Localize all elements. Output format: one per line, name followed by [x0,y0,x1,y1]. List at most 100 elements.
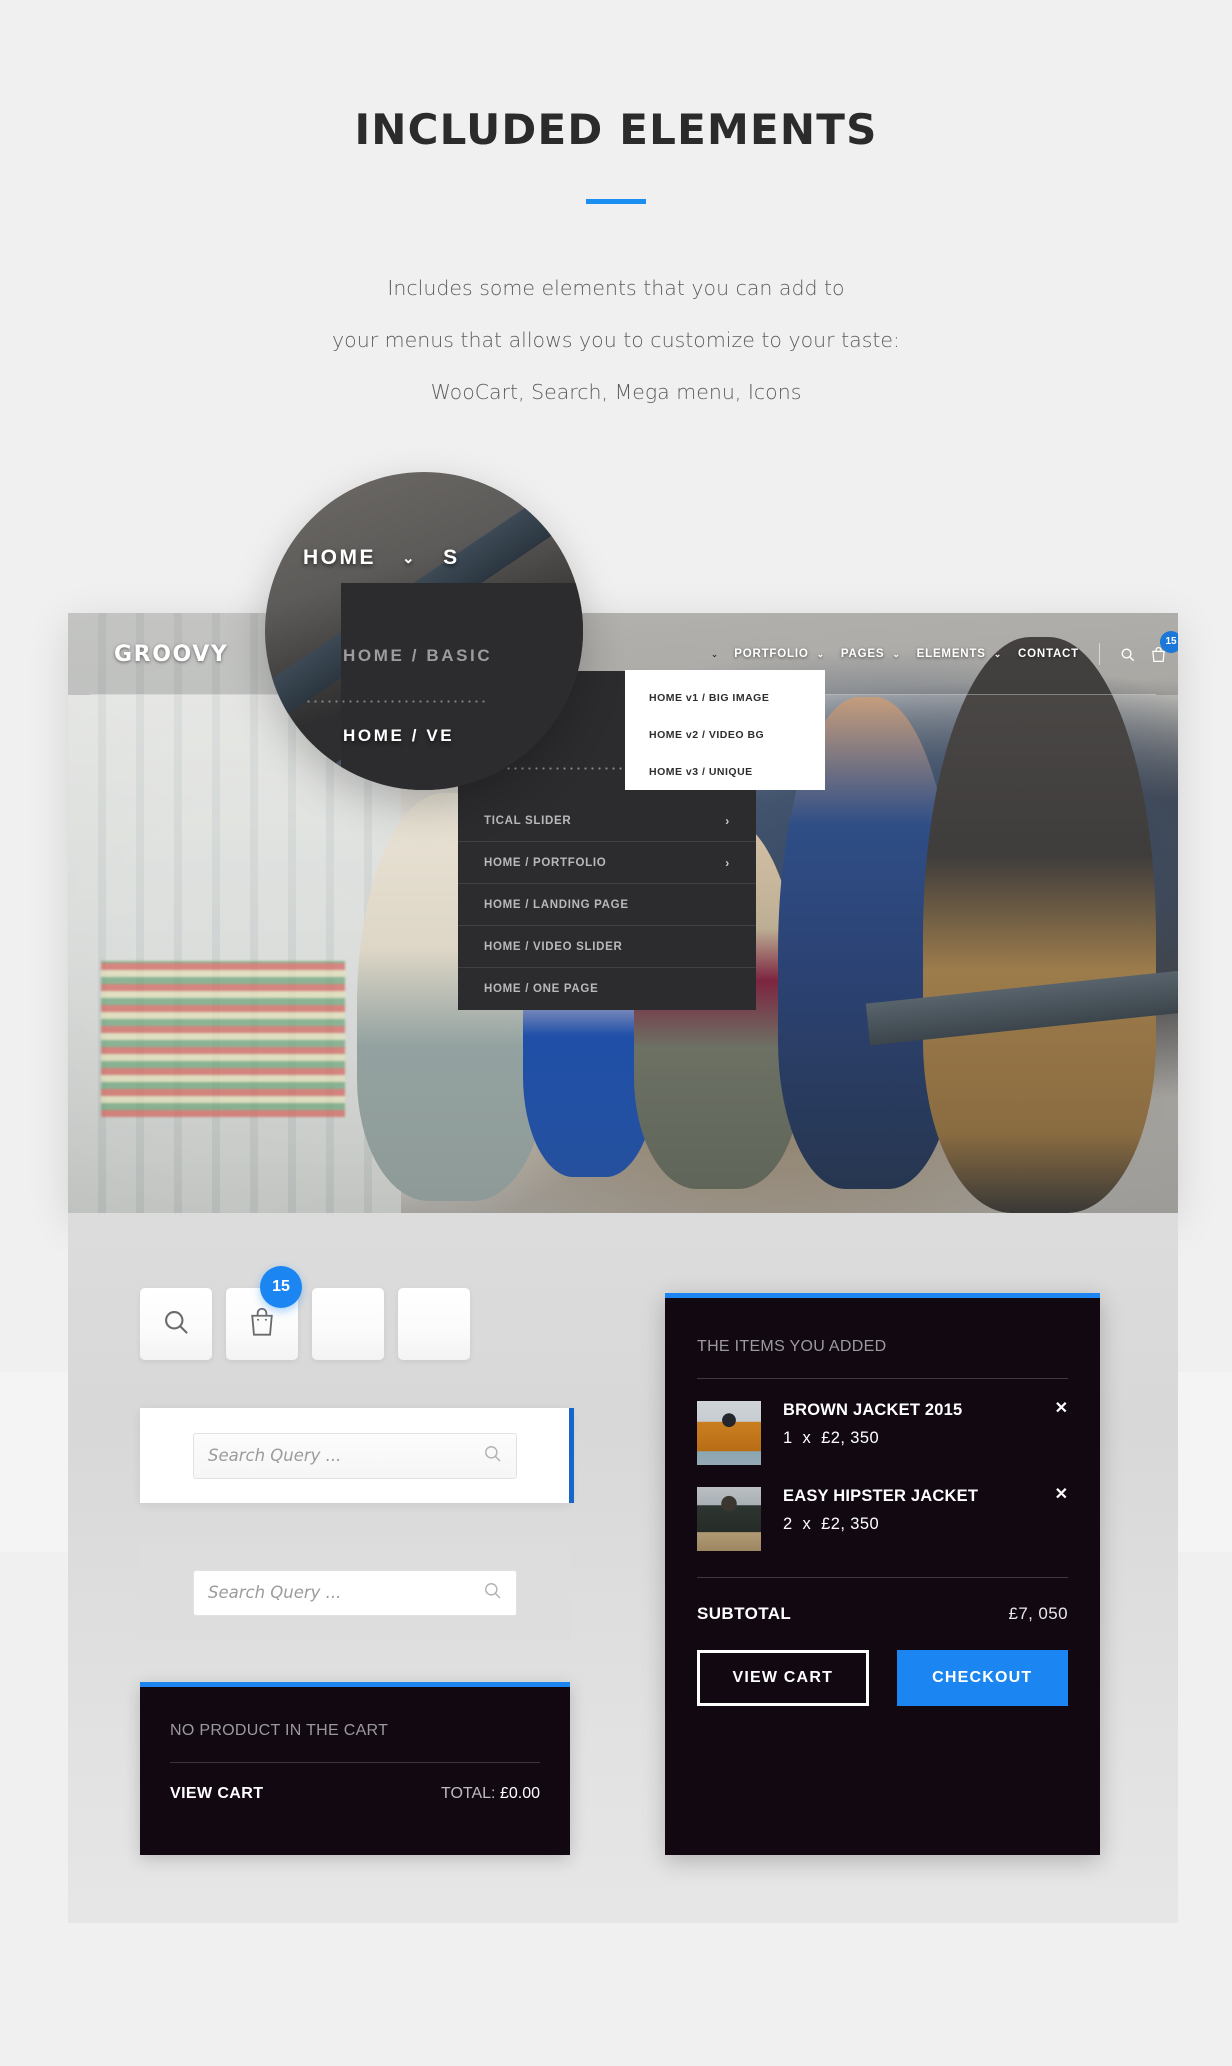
mega-item-label: HOME / PORTFOLIO [484,856,607,869]
section-header: INCLUDED ELEMENTS Includes some elements… [0,0,1232,418]
multiplier: x [802,1515,812,1533]
empty-cart-footer: VIEW CART TOTAL: £0.00 [140,1763,570,1803]
title-underline [586,199,646,204]
mega-item-label: HOME / VIDEO SLIDER [484,940,623,953]
cart-total-value: £0.00 [499,1785,540,1802]
mega-item-landing-page[interactable]: HOME / LANDING PAGE [458,884,756,926]
chevron-down-icon: ⌄ [402,550,418,567]
cart-heading: THE ITEMS YOU ADDED [697,1338,887,1355]
cart-item-row: BROWN JACKET 2015 1 x £2, 350 ✕ [665,1379,1100,1465]
quantity: 2 [783,1515,793,1533]
description-line-2: your menus that allows you to customize … [332,328,900,352]
nav-item-label: CONTACT [1018,648,1079,660]
empty-cart-widget: NO PRODUCT IN THE CART VIEW CART TOTAL: … [140,1682,570,1855]
magnified-home-label: HOME [303,546,376,569]
chevron-down-icon: ⌄ [710,648,719,659]
nav-item-portfolio[interactable]: PORTFOLIO ⌄ [734,648,825,660]
mega-item-label: TICAL SLIDER [484,814,572,827]
submenu-item-home-v3[interactable]: HOME v3 / UNIQUE [649,766,825,778]
magnified-nav-home: HOME ⌄ S [303,546,583,570]
nav-item-label: PAGES [840,648,885,660]
person-5 [922,637,1156,1213]
cart-count-badge: 15 [260,1266,302,1308]
search-input[interactable]: Search Query ... [208,1446,483,1465]
nav-item-elements[interactable]: ELEMENTS ⌄ [917,648,1002,660]
empty-cart-message: NO PRODUCT IN THE CART [170,1722,389,1739]
mega-item-vertical-slider[interactable]: TICAL SLIDER › [458,800,756,842]
nav-divider [1099,643,1100,665]
icon-box-empty-2[interactable] [398,1288,470,1360]
submenu-item-home-v2[interactable]: HOME v2 / VIDEO BG [649,729,825,741]
magnified-dotted-separator [305,700,485,703]
page-root: INCLUDED ELEMENTS Includes some elements… [0,0,1232,2066]
view-cart-link[interactable]: VIEW CART [170,1785,263,1803]
search-input[interactable]: Search Query ... [208,1583,483,1602]
icon-box-cart[interactable]: 15 [226,1266,302,1360]
description-line-3: WooCart, Search, Mega menu, Icons [430,380,802,404]
hero-nav-items: ⌄ PORTFOLIO ⌄ PAGES ⌄ ELEMENTS ⌄ CONTACT [710,630,1178,665]
chevron-down-icon: ⌄ [892,648,901,659]
product-name[interactable]: BROWN JACKET 2015 [783,1401,1045,1420]
cart-item-info: BROWN JACKET 2015 1 x £2, 350 [783,1401,1045,1448]
search-icon[interactable] [483,1444,502,1468]
section-description: Includes some elements that you can add … [0,262,1232,418]
icon-box-empty-1[interactable] [312,1288,384,1360]
nav-item-label: PORTFOLIO [734,648,809,660]
hero-site-preview: GROOVY ⌄ PORTFOLIO ⌄ PAGES ⌄ ELEMENTS ⌄ … [68,613,1178,1213]
view-cart-button[interactable]: VIEW CART [697,1650,869,1706]
chevron-right-icon: › [725,813,730,828]
remove-item-icon[interactable]: ✕ [1045,1401,1068,1417]
cart-item-row: EASY HIPSTER JACKET 2 x £2, 350 ✕ [665,1465,1100,1551]
shopping-bag-icon[interactable]: 15 [1151,630,1178,663]
chevron-down-icon: ⌄ [993,648,1003,659]
nav-item-contact[interactable]: CONTACT [1018,648,1079,660]
price: £2, 350 [821,1429,880,1447]
shopping-bag-icon [248,1306,276,1342]
search-input-wrapper[interactable]: Search Query ... [193,1569,517,1616]
product-quantity-price: 1 x £2, 350 [783,1429,1045,1448]
price: £2, 350 [821,1515,880,1533]
magnified-next-letter: S [443,546,460,569]
mega-item-label: HOME / ONE PAGE [484,983,599,995]
magnified-item-vertical: HOME / VE [343,726,455,745]
submenu-item-home-v1[interactable]: HOME v1 / BIG IMAGE [649,692,825,704]
cart-subtotal-row: SUBTOTAL £7, 050 [665,1578,1100,1624]
cart-total-label: TOTAL: [440,1785,496,1802]
subtotal-label: SUBTOTAL [697,1604,792,1623]
subtotal-value: £7, 050 [1008,1604,1068,1623]
search-widget-grey: Search Query ... [140,1545,570,1640]
mega-item-label: HOME / LANDING PAGE [484,898,629,911]
chevron-right-icon: › [725,855,730,870]
checkout-button[interactable]: CHECKOUT [896,1650,1068,1706]
product-thumbnail[interactable] [697,1401,761,1465]
remove-item-icon[interactable]: ✕ [1045,1487,1068,1503]
sub-dropdown-menu: HOME v1 / BIG IMAGE HOME v2 / VIDEO BG H… [625,670,825,790]
product-quantity-price: 2 x £2, 350 [783,1515,1045,1534]
product-thumbnail[interactable] [697,1487,761,1551]
magnifier-menu-panel [341,583,583,790]
mega-item-one-page[interactable]: HOME / ONE PAGE [458,968,756,1010]
nav-item-pages[interactable]: PAGES ⌄ [841,648,901,660]
cart-item-info: EASY HIPSTER JACKET 2 x £2, 350 [783,1487,1045,1534]
site-logo[interactable]: GROOVY [114,642,228,667]
quantity: 1 [783,1429,793,1447]
accent-bar [569,1408,574,1503]
multiplier: x [802,1429,812,1447]
cart-total: TOTAL: £0.00 [441,1785,540,1803]
magnified-item-basic: HOME / BASIC [343,646,493,665]
mega-item-portfolio[interactable]: HOME / PORTFOLIO › [458,842,756,884]
filled-cart-widget: THE ITEMS YOU ADDED BROWN JACKET 2015 1 … [665,1293,1100,1855]
nav-item-label: ELEMENTS [916,648,986,660]
product-name[interactable]: EASY HIPSTER JACKET [783,1487,1045,1506]
icon-boxes-row: 15 [140,1266,470,1360]
icon-box-search[interactable] [140,1288,212,1360]
page-title: INCLUDED ELEMENTS [354,105,878,154]
search-icon [162,1308,190,1341]
search-icon[interactable] [1120,647,1135,662]
search-input-wrapper[interactable]: Search Query ... [193,1432,517,1479]
description-line-1: Includes some elements that you can add … [387,276,845,300]
chevron-down-icon: ⌄ [816,648,825,659]
search-icon[interactable] [483,1581,502,1605]
search-widget-light: Search Query ... [140,1408,574,1503]
mega-item-video-slider[interactable]: HOME / VIDEO SLIDER [458,926,756,968]
